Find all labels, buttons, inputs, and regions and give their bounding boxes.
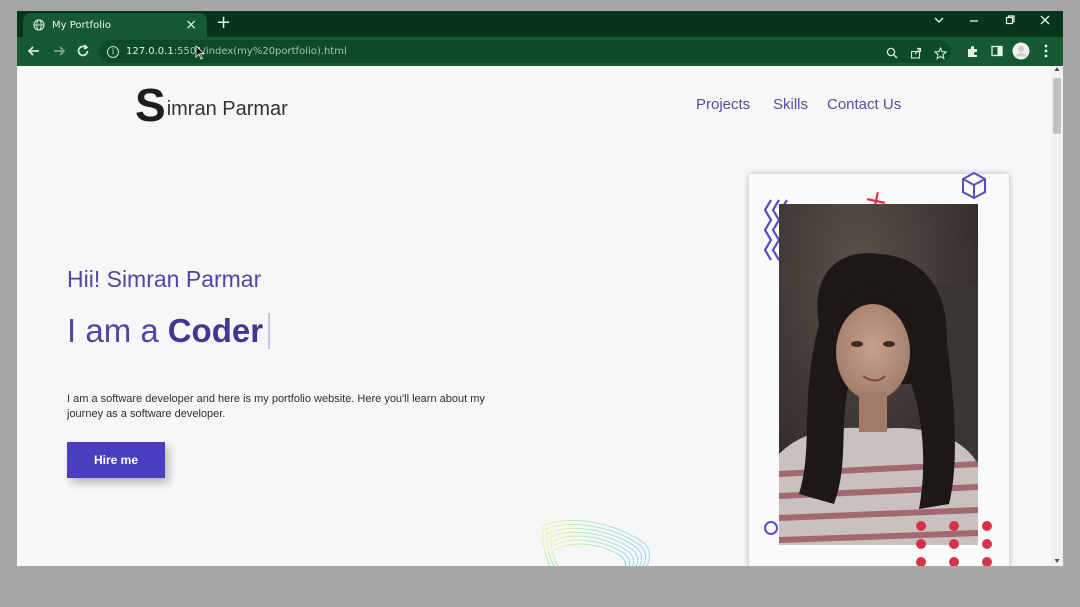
logo-initial: S — [135, 79, 166, 131]
nav-skills[interactable]: Skills — [773, 96, 808, 113]
zoom-icon[interactable] — [885, 46, 899, 60]
cube-decoration-icon — [962, 171, 986, 200]
hero-description: I am a software developer and here is my… — [67, 393, 485, 420]
tab-title: My Portfolio — [52, 19, 111, 31]
back-arrow-icon[interactable] — [25, 42, 43, 60]
bookmark-star-icon[interactable] — [933, 46, 947, 60]
dots-grid-decoration-icon — [916, 521, 992, 566]
vertical-scrollbar[interactable] — [1051, 66, 1063, 566]
scroll-up-arrow-icon[interactable] — [1054, 66, 1060, 72]
hero-greeting: Hii! Simran Parmar — [67, 266, 262, 292]
share-icon[interactable] — [909, 46, 923, 60]
nav-contact[interactable]: Contact Us — [827, 96, 901, 113]
mouse-cursor-icon — [195, 45, 205, 60]
new-tab-button[interactable]: + — [216, 14, 231, 32]
forward-arrow-icon[interactable] — [50, 42, 68, 60]
globe-icon — [33, 19, 45, 31]
chevron-down-icon[interactable] — [929, 14, 949, 29]
typing-caret — [268, 313, 271, 349]
reload-icon[interactable] — [74, 42, 92, 60]
profile-photo — [779, 204, 978, 545]
nav-projects[interactable]: Projects — [696, 96, 750, 113]
url-host: 127.0.0.1 — [126, 46, 174, 57]
typed-role: Coder — [167, 312, 264, 349]
minimize-icon[interactable] — [964, 14, 984, 29]
tab-strip: My Portfolio × + — [17, 11, 1063, 37]
hero-headline: I am a Coder — [67, 312, 271, 350]
close-icon[interactable] — [1035, 14, 1055, 29]
hire-me-button[interactable]: Hire me — [67, 442, 165, 478]
menu-kebab-icon[interactable] — [1037, 42, 1055, 60]
tab-my-portfolio[interactable]: My Portfolio × — [23, 13, 207, 37]
scroll-down-arrow-icon[interactable] — [1054, 558, 1060, 564]
profile-avatar-icon[interactable] — [1012, 42, 1030, 60]
extensions-icon[interactable] — [963, 42, 981, 60]
address-bar[interactable]: i 127.0.0.1:5501/index(my%20portfolio).h… — [99, 40, 951, 63]
toolbar: i 127.0.0.1:5501/index(my%20portfolio).h… — [17, 37, 1063, 66]
url-text: 127.0.0.1:5501/index(my%20portfolio).htm… — [126, 46, 347, 57]
site-logo[interactable]: S imran Parmar — [135, 79, 288, 131]
logo-text: imran Parmar — [166, 98, 288, 120]
side-panel-icon[interactable] — [988, 42, 1006, 60]
info-icon[interactable]: i — [107, 45, 119, 58]
tab-close-icon[interactable]: × — [185, 17, 197, 33]
browser-window: My Portfolio × + i 127.0.0.1:5501/index(… — [17, 11, 1063, 566]
headline-prefix: I am a — [67, 312, 159, 349]
page-viewport: S imran Parmar Projects Skills Contact U… — [17, 66, 1051, 566]
scrollbar-thumb[interactable] — [1053, 78, 1061, 134]
decorative-wave-blob — [542, 520, 650, 566]
profile-card — [749, 171, 1009, 566]
restore-icon[interactable] — [1000, 14, 1020, 29]
ring-decoration-icon — [764, 521, 778, 535]
